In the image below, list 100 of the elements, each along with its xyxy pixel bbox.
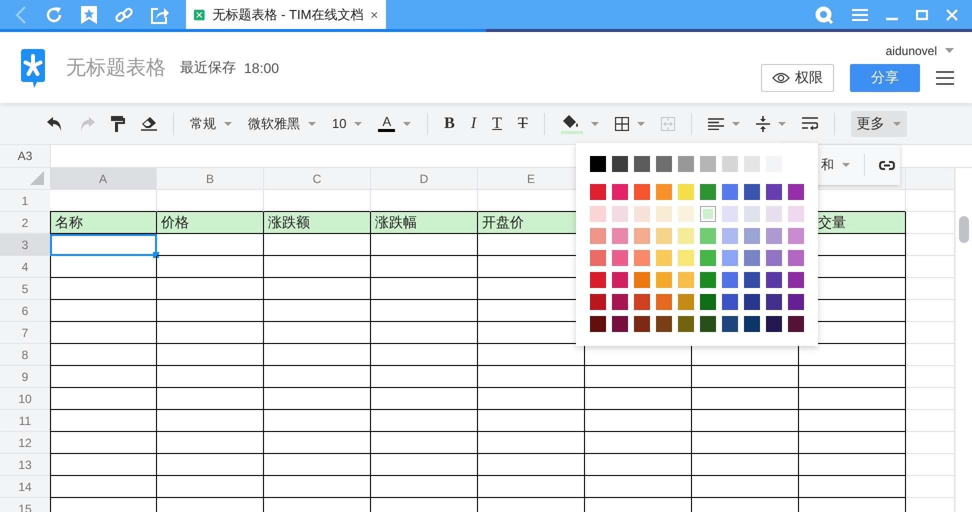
underline-button[interactable]: T <box>492 114 502 132</box>
row-header[interactable]: 4 <box>0 256 50 278</box>
color-swatch[interactable] <box>744 316 760 332</box>
color-swatch[interactable] <box>656 316 672 332</box>
color-swatch[interactable] <box>744 272 760 288</box>
color-swatch[interactable] <box>788 184 804 200</box>
color-swatch[interactable] <box>612 206 628 222</box>
font-color-button[interactable]: A <box>378 115 412 132</box>
color-swatch[interactable] <box>722 294 738 310</box>
color-swatch[interactable] <box>678 250 694 266</box>
color-swatch[interactable] <box>700 316 716 332</box>
color-swatch[interactable] <box>722 250 738 266</box>
fill-color-button[interactable] <box>560 114 599 134</box>
color-swatch[interactable] <box>700 228 716 244</box>
permission-button[interactable]: 权限 <box>761 64 834 92</box>
color-swatch[interactable] <box>722 272 738 288</box>
color-swatch[interactable] <box>766 316 782 332</box>
column-header[interactable]: D <box>371 168 478 190</box>
row-header[interactable]: 6 <box>0 300 50 322</box>
document-title[interactable]: 无标题表格 <box>66 54 166 81</box>
color-swatch[interactable] <box>634 250 650 266</box>
bookmark-star-icon[interactable] <box>80 4 98 24</box>
row-header[interactable]: 13 <box>0 454 50 476</box>
color-swatch[interactable] <box>678 294 694 310</box>
close-icon[interactable] <box>371 10 378 20</box>
color-swatch[interactable] <box>766 294 782 310</box>
color-swatch[interactable] <box>744 250 760 266</box>
row-header[interactable]: 14 <box>0 476 50 498</box>
row-header[interactable]: 11 <box>0 410 50 432</box>
color-swatch[interactable] <box>634 156 650 172</box>
color-swatch[interactable] <box>788 250 804 266</box>
color-swatch[interactable] <box>788 294 804 310</box>
color-swatch[interactable] <box>590 206 606 222</box>
color-swatch[interactable] <box>744 206 760 222</box>
align-button[interactable] <box>708 118 740 130</box>
column-header[interactable] <box>906 168 955 190</box>
link-icon[interactable] <box>879 160 895 170</box>
color-swatch[interactable] <box>590 294 606 310</box>
row-header[interactable]: 8 <box>0 344 50 366</box>
color-swatch[interactable] <box>766 184 782 200</box>
color-swatch[interactable] <box>700 294 716 310</box>
color-swatch[interactable] <box>678 156 694 172</box>
row-header[interactable]: 12 <box>0 432 50 454</box>
more-button[interactable]: 更多 <box>850 110 907 136</box>
bold-button[interactable]: B <box>444 114 455 132</box>
color-swatch[interactable] <box>634 272 650 288</box>
undo-icon[interactable] <box>47 116 63 130</box>
color-swatch[interactable] <box>700 156 716 172</box>
color-swatch[interactable] <box>700 184 716 200</box>
vertical-align-button[interactable] <box>756 116 786 132</box>
eraser-icon[interactable] <box>141 116 157 131</box>
color-swatch[interactable] <box>788 206 804 222</box>
cell-reference[interactable]: A3 <box>0 145 51 167</box>
row-header[interactable]: 7 <box>0 322 50 344</box>
q-logo-icon[interactable] <box>814 4 834 24</box>
color-swatch[interactable] <box>656 206 672 222</box>
paint-roller-icon[interactable] <box>111 116 125 132</box>
color-swatch[interactable] <box>612 294 628 310</box>
color-swatch[interactable] <box>656 294 672 310</box>
column-header[interactable]: A <box>50 168 157 190</box>
color-swatch[interactable] <box>656 228 672 244</box>
color-swatch[interactable] <box>788 272 804 288</box>
color-swatch[interactable] <box>788 316 804 332</box>
color-swatch[interactable] <box>700 272 716 288</box>
color-swatch[interactable] <box>700 206 716 222</box>
column-header[interactable]: C <box>264 168 371 190</box>
color-swatch[interactable] <box>634 228 650 244</box>
color-swatch[interactable] <box>590 272 606 288</box>
row-header[interactable]: 9 <box>0 366 50 388</box>
color-swatch[interactable] <box>744 294 760 310</box>
dropdown[interactable]: 微软雅黑 <box>248 114 316 132</box>
sum-dropdown[interactable]: 和 <box>821 156 850 174</box>
select-all-icon[interactable] <box>30 171 44 185</box>
row-header[interactable]: 5 <box>0 278 50 300</box>
color-swatch[interactable] <box>612 272 628 288</box>
color-swatch[interactable] <box>612 156 628 172</box>
color-swatch[interactable] <box>634 206 650 222</box>
row-header[interactable]: 10 <box>0 388 50 410</box>
color-swatch[interactable] <box>744 228 760 244</box>
color-swatch[interactable] <box>678 184 694 200</box>
color-swatch[interactable] <box>656 272 672 288</box>
scrollbar-track[interactable] <box>955 168 972 512</box>
color-swatch[interactable] <box>766 250 782 266</box>
color-swatch[interactable] <box>788 228 804 244</box>
user-menu[interactable]: aidunovel <box>886 44 954 58</box>
color-swatch[interactable] <box>612 250 628 266</box>
color-swatch[interactable] <box>722 156 738 172</box>
scrollbar-thumb[interactable] <box>959 216 969 243</box>
dropdown[interactable]: 常规 <box>190 114 232 132</box>
color-swatch[interactable] <box>766 206 782 222</box>
maximize-icon[interactable] <box>916 8 928 20</box>
color-swatch[interactable] <box>678 228 694 244</box>
browser-tab[interactable]: 无标题表格 - TIM在线文档 <box>186 0 386 29</box>
menu-icon[interactable] <box>936 70 954 86</box>
color-swatch[interactable] <box>590 228 606 244</box>
color-swatch[interactable] <box>766 272 782 288</box>
border-button[interactable] <box>614 116 645 130</box>
color-swatch[interactable] <box>656 184 672 200</box>
color-swatch[interactable] <box>634 294 650 310</box>
share-button[interactable]: 分享 <box>850 64 920 92</box>
